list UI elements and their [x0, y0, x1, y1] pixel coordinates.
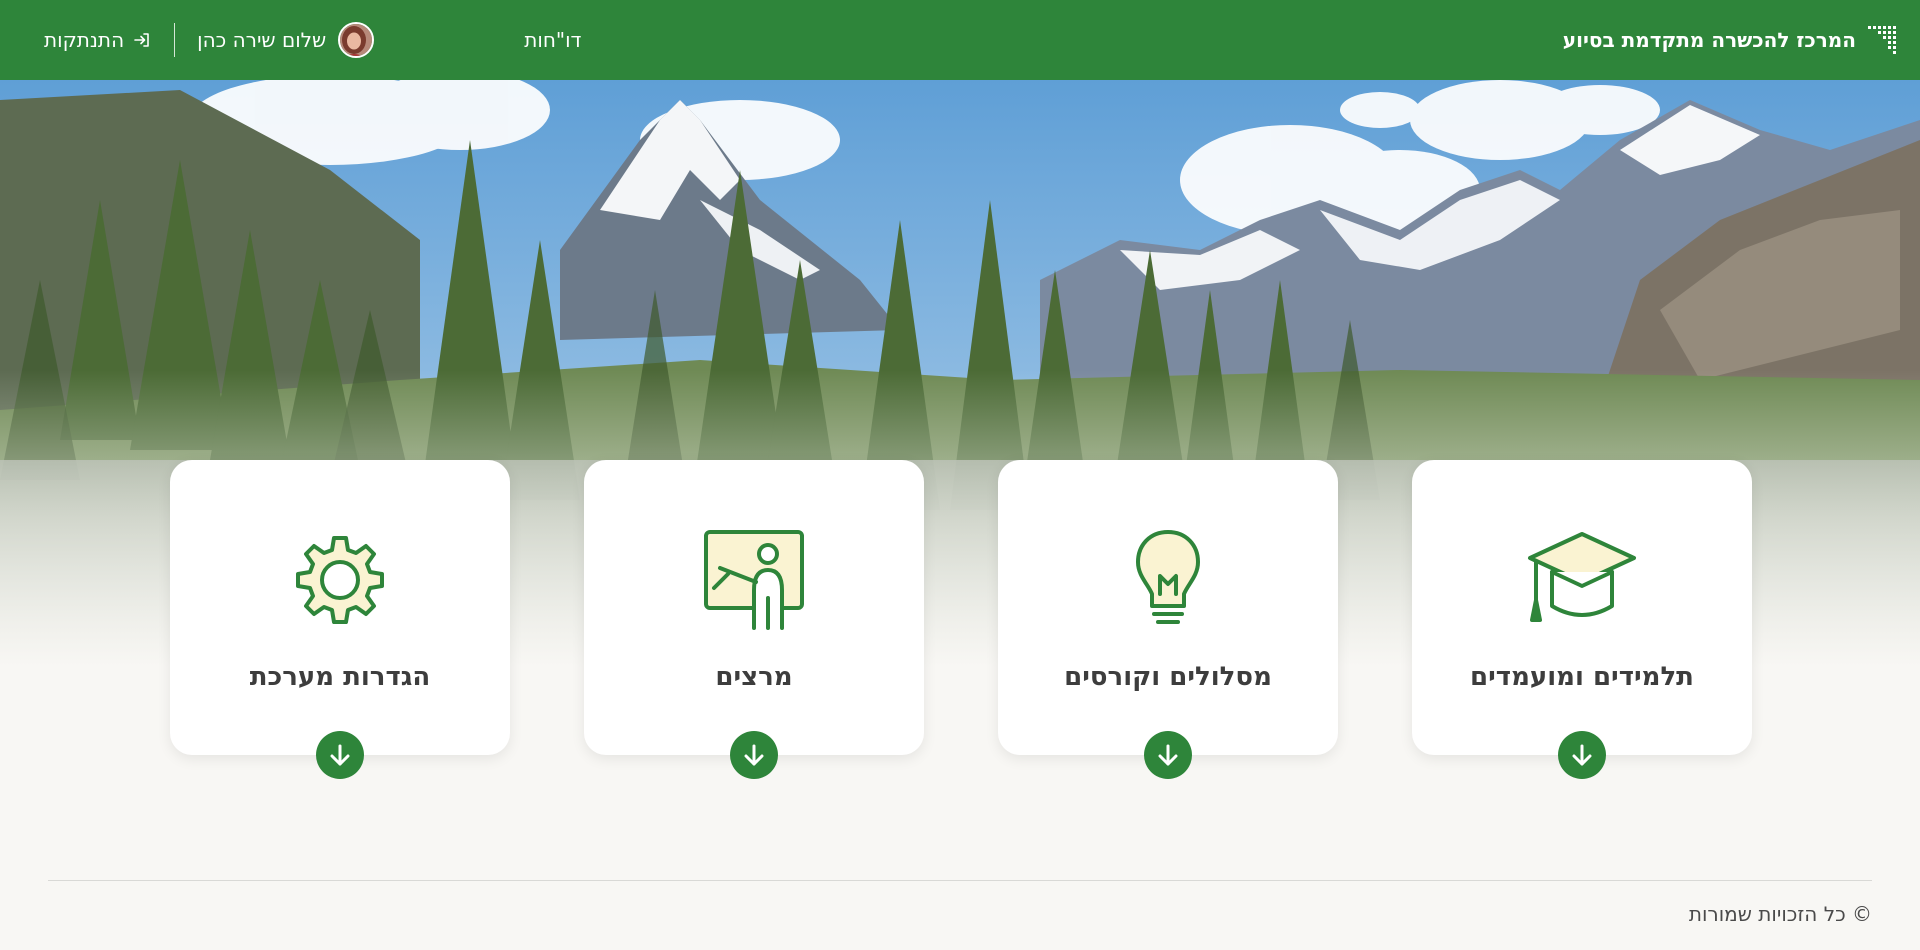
module-cards: תלמידים ומועמדים מסלולים וקורסים מרצים ה… [170, 460, 1752, 779]
avatar [338, 22, 375, 58]
logout-icon [134, 33, 149, 47]
card-arrow-students[interactable] [1558, 731, 1606, 779]
card-arrow-lecturers[interactable] [730, 731, 778, 779]
card-lecturers[interactable]: מרצים [584, 460, 924, 779]
arrow-down-icon [744, 744, 764, 766]
graduation-cap-icon [1528, 532, 1636, 622]
arrow-down-icon [1158, 744, 1178, 766]
avatar-image [340, 24, 373, 56]
footer-divider [48, 880, 1872, 881]
arrow-down-icon [330, 744, 350, 766]
user-area: דו"חות שלום שירה כהן התנתקות [44, 0, 581, 80]
card-title-settings: הגדרות מערכת [249, 662, 431, 692]
card-arrow-courses[interactable] [1144, 731, 1192, 779]
card-title-courses: מסלולים וקורסים [1064, 662, 1272, 692]
card-settings[interactable]: הגדרות מערכת [170, 460, 510, 779]
brand-title: המרכז להכשרה מתקדמת בסיוע [1562, 28, 1856, 52]
card-students[interactable]: תלמידים ומועמדים [1412, 460, 1752, 779]
card-title-lecturers: מרצים [715, 662, 793, 692]
gear-icon [296, 536, 384, 624]
arrow-down-icon [1572, 744, 1592, 766]
teacher-board-icon [704, 530, 804, 630]
reports-link[interactable]: דו"חות [524, 28, 581, 52]
logout-label: התנתקות [44, 28, 125, 52]
card-arrow-settings[interactable] [316, 731, 364, 779]
brand-logo-icon [1868, 26, 1896, 54]
lightbulb-icon [1136, 530, 1200, 624]
logout-button[interactable]: התנתקות [44, 28, 152, 52]
user-greeting[interactable]: שלום שירה כהן [197, 22, 375, 58]
brand[interactable]: המרכז להכשרה מתקדמת בסיוע [1563, 24, 1898, 56]
top-bar: המרכז להכשרה מתקדמת בסיוע דו"חות שלום שי… [0, 0, 1920, 80]
header-divider [174, 23, 176, 57]
copyright-text: © כל הזכויות שמורות [1688, 902, 1872, 926]
card-title-students: תלמידים ומועמדים [1470, 662, 1694, 692]
card-courses[interactable]: מסלולים וקורסים [998, 460, 1338, 779]
greeting-text: שלום שירה כהן [197, 28, 327, 52]
